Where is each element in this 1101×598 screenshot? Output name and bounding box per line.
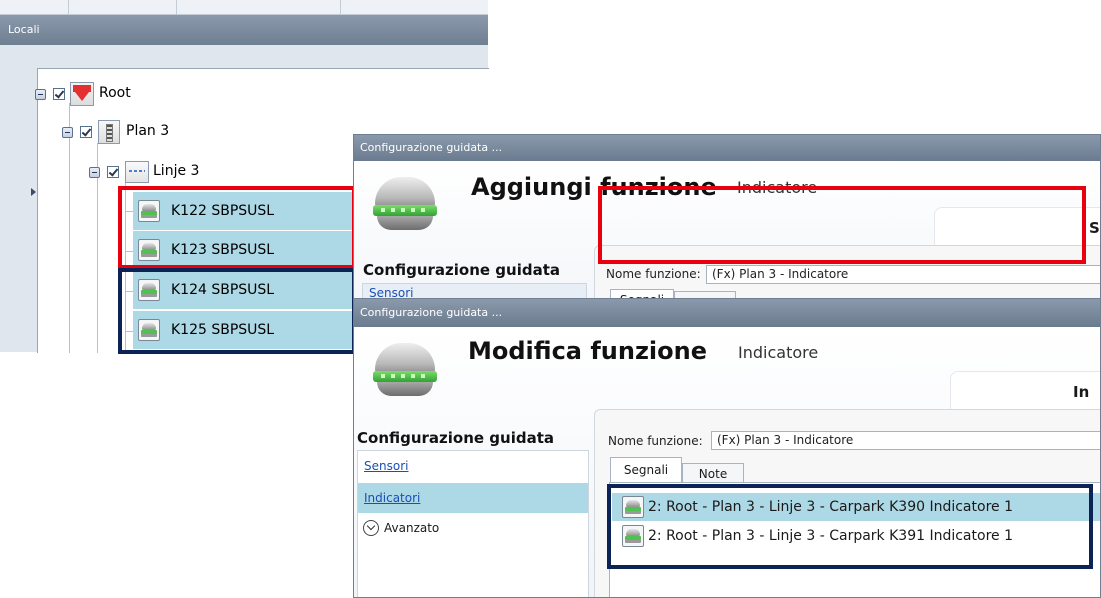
parking-sensor-icon [138, 200, 160, 222]
tree-label-plan: Plan 3 [126, 123, 170, 139]
function-type-label: Indicatore [738, 343, 819, 362]
tree-device-row[interactable]: K124 SBPSUSL [133, 271, 353, 309]
locali-titlebar: Locali [0, 15, 488, 45]
collapse-icon[interactable] [62, 127, 73, 138]
signals-list: 2: Root - Plan 3 - Linje 3 - Carpark K39… [609, 482, 1100, 597]
signal-row[interactable]: 2: Root - Plan 3 - Linje 3 - Carpark K39… [612, 493, 1100, 521]
tree-label-line: Linje 3 [153, 163, 200, 179]
function-name-input[interactable]: (Fx) Plan 3 - Indicatore [711, 431, 1100, 450]
device-label: K123 SBPSUSL [171, 242, 275, 258]
device-label: K125 SBPSUSL [171, 322, 275, 338]
section-header: Configurazione guidata [363, 261, 561, 279]
dialog-body: Modifica funzione Indicatore In Configur… [354, 327, 1100, 597]
indicator-device-icon [372, 341, 438, 407]
parking-sensor-icon [138, 279, 160, 301]
function-name-input[interactable]: (Fx) Plan 3 - Indicatore [706, 265, 1100, 284]
dialog-titlebar: Configurazione guidata ... [354, 135, 1100, 161]
tree-device-row[interactable]: K125 SBPSUSL [133, 311, 353, 349]
tab-signals[interactable]: Segnali [610, 457, 682, 483]
parking-indicator-icon [622, 496, 644, 518]
device-label: K122 SBPSUSL [171, 203, 275, 219]
tab-note[interactable]: Note [682, 463, 744, 483]
tree-device-row[interactable]: K122 SBPSUSL [133, 192, 353, 230]
device-label: K124 SBPSUSL [171, 282, 275, 298]
section-header: Configurazione guidata [357, 429, 555, 447]
dialog-heading: Aggiungi funzione [471, 173, 717, 201]
function-name-label: Nome funzione: [608, 434, 703, 448]
collapse-icon[interactable] [89, 167, 100, 178]
banner-text: Ser [1089, 219, 1100, 237]
tree-label-root: Root [99, 85, 131, 101]
panel-top-strip [0, 0, 488, 15]
dialog-heading: Modifica funzione [468, 337, 708, 365]
edit-function-dialog: Configurazione guidata ... Modifica funz… [353, 298, 1101, 598]
parking-sensor-icon [138, 319, 160, 341]
bus-line-icon [125, 161, 149, 183]
nav-link-sensors[interactable]: Sensori [358, 451, 588, 481]
signal-text: 2: Root - Plan 3 - Linje 3 - Carpark K39… [648, 499, 1013, 515]
signal-row[interactable]: 2: Root - Plan 3 - Linje 3 - Carpark K39… [612, 522, 1100, 550]
banner-text: In [1073, 383, 1090, 401]
collapse-icon[interactable] [35, 89, 46, 100]
nav-link-indicators[interactable]: Indicatori [358, 483, 588, 513]
root-checkbox[interactable] [53, 88, 65, 100]
plan-checkbox[interactable] [80, 126, 92, 138]
function-type-label: Indicatore [737, 178, 818, 197]
parking-sensor-icon [138, 239, 160, 261]
chevron-down-icon[interactable] [363, 520, 379, 536]
tree-device-row[interactable]: K123 SBPSUSL [133, 231, 353, 269]
nav-item-advanced[interactable]: Avanzato [358, 513, 588, 543]
banner-panel: In [950, 371, 1100, 413]
parking-indicator-icon [622, 525, 644, 547]
dialog-titlebar: Configurazione guidata ... [354, 299, 1100, 327]
indicator-device-icon [372, 175, 438, 241]
floor-plan-icon [98, 120, 120, 144]
collapse-arrow-icon[interactable] [31, 188, 36, 196]
line-checkbox[interactable] [107, 166, 119, 178]
nav-advanced-label: Avanzato [384, 521, 440, 535]
signal-text: 2: Root - Plan 3 - Linje 3 - Carpark K39… [648, 528, 1013, 544]
nav-panel: Sensori Indicatori Avanzato [357, 450, 589, 597]
root-logo-icon [70, 82, 94, 106]
function-name-label: Nome funzione: [606, 267, 701, 281]
